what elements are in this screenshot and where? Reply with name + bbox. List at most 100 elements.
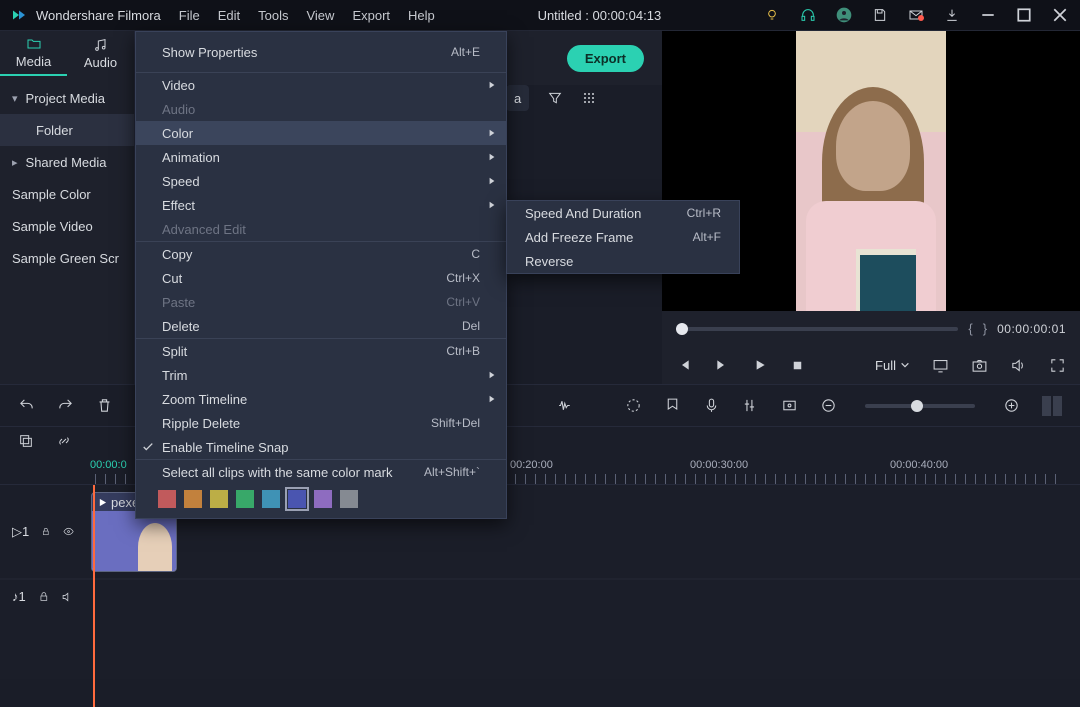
menu-select-color-mark[interactable]: Select all clips with the same color mar… (136, 460, 506, 484)
color-swatch-3[interactable] (236, 490, 254, 508)
lock-icon[interactable] (38, 590, 50, 603)
zoom-out-icon[interactable] (820, 397, 837, 414)
menu-help[interactable]: Help (408, 8, 435, 23)
redo-icon[interactable] (57, 397, 74, 414)
menu-view[interactable]: View (306, 8, 334, 23)
play-button[interactable] (752, 357, 768, 373)
tab-media[interactable]: Media (0, 31, 67, 76)
left-panel: Media Audio ▾Project Media Folder ▸Share… (0, 31, 135, 384)
submenu-reverse[interactable]: Reverse (507, 249, 739, 273)
menu-video[interactable]: Video (136, 73, 506, 97)
link-icon[interactable] (56, 433, 72, 449)
audio-track[interactable]: ♪1 (0, 579, 1080, 613)
menu-file[interactable]: File (179, 8, 200, 23)
save-icon[interactable] (872, 7, 888, 23)
submenu-freeze-frame[interactable]: Add Freeze FrameAlt+F (507, 225, 739, 249)
submenu-speed-duration-shortcut: Ctrl+R (687, 206, 721, 220)
eye-icon[interactable] (63, 524, 74, 539)
menu-paste: PasteCtrl+V (136, 290, 506, 314)
snapshot-icon[interactable] (971, 357, 988, 374)
color-swatch-0[interactable] (158, 490, 176, 508)
mark-out-icon[interactable]: } (983, 321, 987, 336)
tree-folder[interactable]: Folder (0, 114, 134, 146)
color-swatch-2[interactable] (210, 490, 228, 508)
menu-color[interactable]: Color (136, 121, 506, 145)
preview-timecode: 00:00:00:01 (997, 322, 1066, 336)
crop-icon[interactable] (781, 397, 798, 414)
window-minimize-icon[interactable] (980, 7, 996, 23)
menu-copy[interactable]: CopyC (136, 242, 506, 266)
menu-cut[interactable]: CutCtrl+X (136, 266, 506, 290)
color-swatch-5[interactable] (288, 490, 306, 508)
submenu-arrow-icon (488, 153, 496, 161)
color-swatch-6[interactable] (314, 490, 332, 508)
color-swatch-4[interactable] (262, 490, 280, 508)
volume-icon[interactable] (1010, 357, 1027, 374)
playhead[interactable] (93, 485, 95, 707)
fullscreen-icon[interactable] (1049, 357, 1066, 374)
menu-zoom-timeline[interactable]: Zoom Timeline (136, 387, 506, 411)
tree-sample-green[interactable]: Sample Green Scr (0, 242, 134, 274)
menu-trim[interactable]: Trim (136, 363, 506, 387)
speaker-icon[interactable] (61, 590, 74, 604)
menu-tools[interactable]: Tools (258, 8, 288, 23)
menu-audio-label: Audio (162, 102, 195, 117)
copy-icon[interactable] (18, 433, 34, 449)
undo-icon[interactable] (18, 397, 35, 414)
next-frame-button[interactable] (714, 357, 730, 373)
display-icon[interactable] (932, 357, 949, 374)
menu-edit[interactable]: Edit (218, 8, 240, 23)
tree-sample-color[interactable]: Sample Color (0, 178, 134, 210)
menu-speed[interactable]: Speed (136, 169, 506, 193)
menu-animation[interactable]: Animation (136, 145, 506, 169)
grid-view-icon[interactable] (581, 90, 597, 106)
stop-button[interactable] (790, 358, 805, 373)
window-close-icon[interactable] (1052, 7, 1068, 23)
search-input[interactable]: a (506, 85, 529, 111)
menu-timeline-snap[interactable]: Enable Timeline Snap (136, 435, 506, 459)
mark-in-icon[interactable]: { (968, 321, 972, 336)
download-icon[interactable] (944, 7, 960, 23)
chevron-down-icon (900, 360, 910, 370)
menu-export[interactable]: Export (352, 8, 390, 23)
menu-split[interactable]: SplitCtrl+B (136, 339, 506, 363)
document-title: Untitled : 00:00:04:13 (435, 8, 764, 23)
menu-color-label: Color (162, 126, 193, 141)
lock-icon[interactable] (41, 525, 51, 538)
tree-sample-video[interactable]: Sample Video (0, 210, 134, 242)
submenu-speed-duration[interactable]: Speed And DurationCtrl+R (507, 201, 739, 225)
window-maximize-icon[interactable] (1016, 7, 1032, 23)
zoom-slider[interactable] (865, 404, 975, 408)
tree-shared-media[interactable]: ▸Shared Media (0, 146, 134, 178)
filter-icon[interactable] (547, 90, 563, 106)
prev-frame-button[interactable] (676, 357, 692, 373)
zoom-in-icon[interactable] (1003, 397, 1020, 414)
menu-delete[interactable]: DeleteDel (136, 314, 506, 338)
trash-icon[interactable] (96, 397, 113, 414)
menu-effect[interactable]: Effect (136, 193, 506, 217)
headphones-icon[interactable] (800, 7, 816, 23)
export-button[interactable]: Export (567, 45, 644, 72)
ruler-mark-0: 00:00:0 (90, 459, 127, 471)
fit-dropdown[interactable]: Full (875, 358, 910, 373)
menu-show-properties-shortcut: Alt+E (451, 45, 480, 59)
seek-slider[interactable] (676, 327, 958, 331)
menu-ripple-delete[interactable]: Ripple DeleteShift+Del (136, 411, 506, 435)
tree-project-media[interactable]: ▾Project Media (0, 82, 134, 114)
marker-icon[interactable] (664, 397, 681, 414)
menu-show-properties[interactable]: Show PropertiesAlt+E (136, 32, 506, 72)
submenu-arrow-icon (488, 177, 496, 185)
tab-audio[interactable]: Audio (67, 31, 134, 76)
color-swatch-1[interactable] (184, 490, 202, 508)
menu-snap-label: Enable Timeline Snap (162, 440, 288, 455)
mic-icon[interactable] (703, 397, 720, 414)
account-icon[interactable] (836, 7, 852, 23)
lightbulb-icon[interactable] (764, 7, 780, 23)
render-icon[interactable] (625, 397, 642, 414)
audio-mixer-icon[interactable] (742, 397, 759, 414)
notification-dot-icon (918, 15, 924, 21)
track-audio-index: ♪1 (12, 589, 26, 604)
waveform-icon[interactable] (557, 397, 574, 414)
timeline-view-icon[interactable] (1042, 396, 1062, 416)
color-swatch-7[interactable] (340, 490, 358, 508)
